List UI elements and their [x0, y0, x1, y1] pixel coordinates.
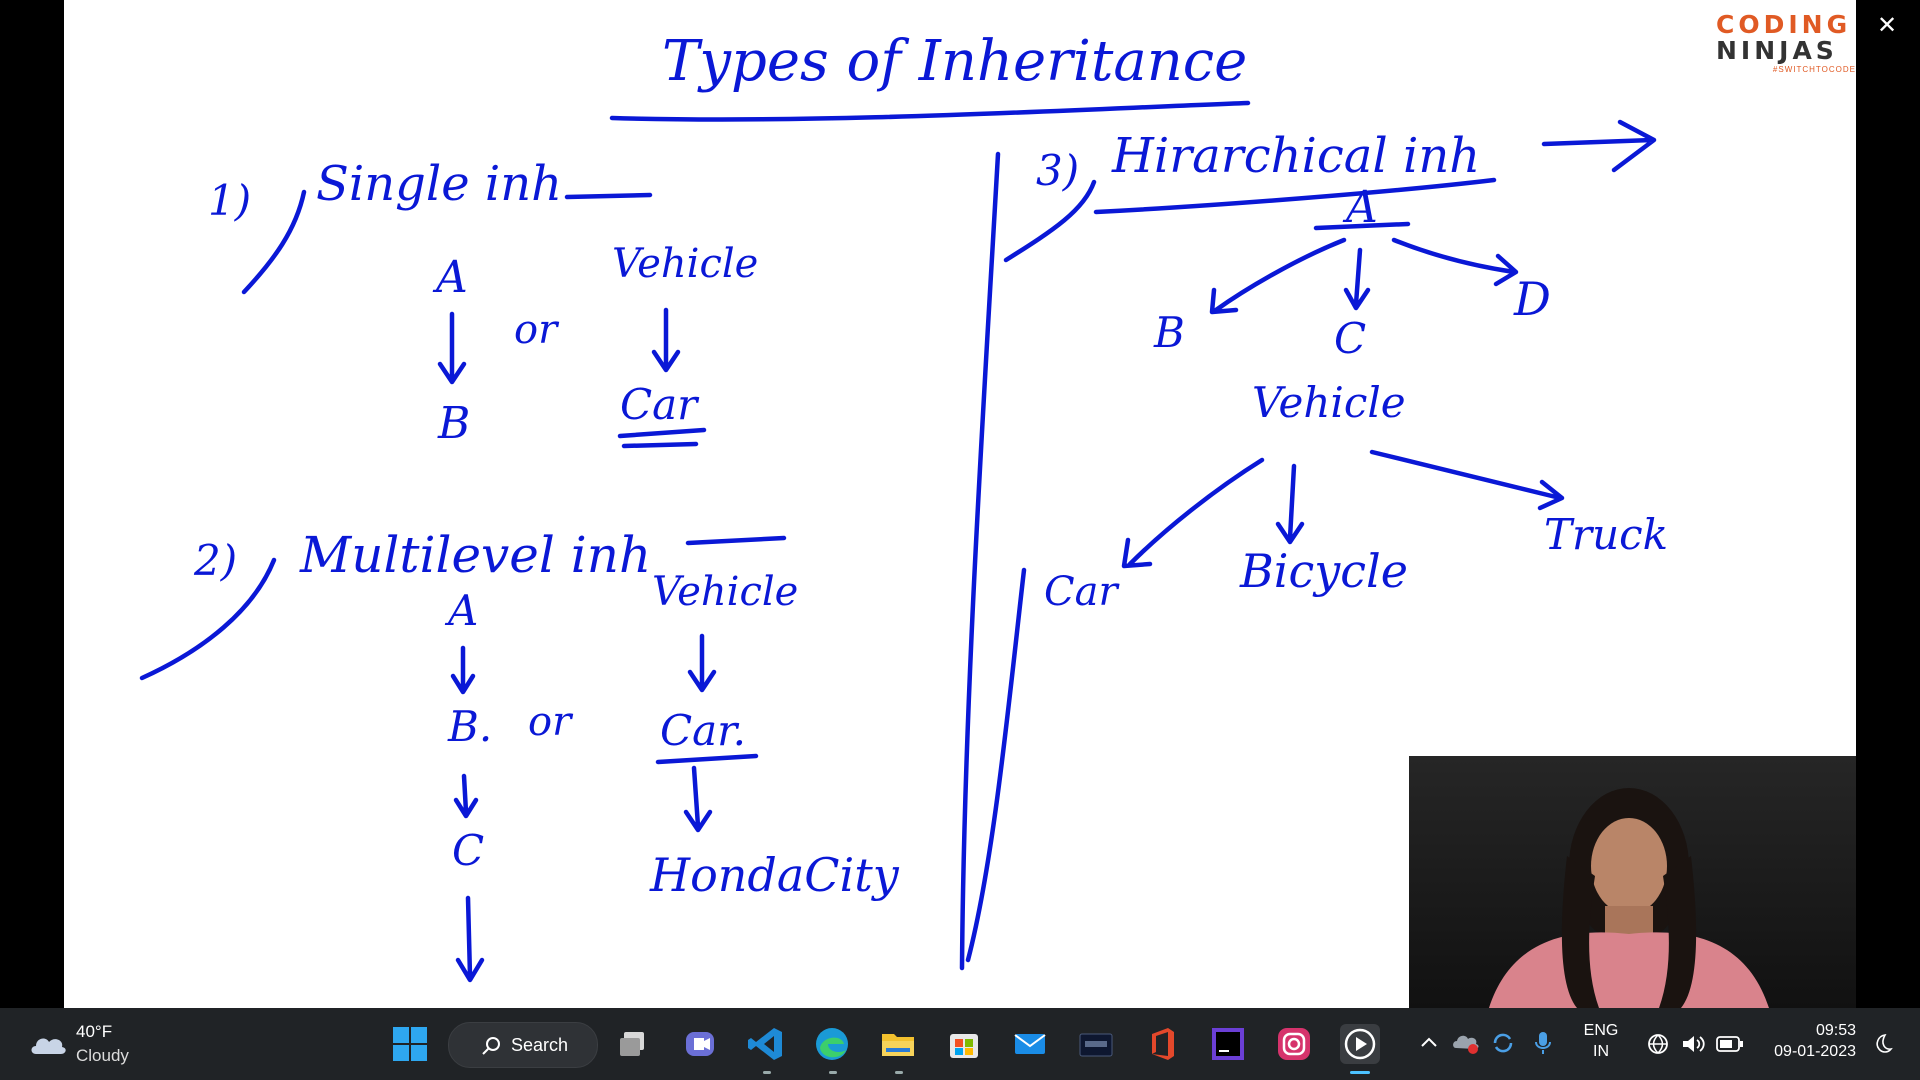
car2-underline	[655, 753, 759, 765]
arrow-vehicle-car2	[687, 633, 717, 693]
section2-right-hondacity: HondaCity	[650, 848, 899, 902]
battery-icon[interactable]	[1716, 1034, 1744, 1054]
presenter-video	[1489, 788, 1769, 1008]
section1-left-top: A	[436, 252, 468, 303]
section2-number: 2)	[194, 536, 238, 585]
running-indicator	[763, 1071, 771, 1074]
edge-icon[interactable]	[812, 1024, 852, 1064]
car-underline	[617, 427, 707, 449]
mail-icon[interactable]	[1010, 1024, 1050, 1064]
clock[interactable]: 09:53 09-01-2023	[1756, 1022, 1856, 1061]
section3-child2-bicycle: Bicycle	[1240, 544, 1408, 598]
running-indicator	[1350, 1071, 1370, 1074]
arrow-a-c	[1343, 247, 1371, 311]
chevron-up-icon[interactable]	[1418, 1032, 1440, 1054]
section1-or: or	[514, 307, 558, 353]
section1-heading: Single inh	[316, 156, 563, 212]
section3-heading-underline	[1093, 177, 1497, 215]
weather-desc: Cloudy	[76, 1046, 129, 1065]
onedrive-icon[interactable]	[1452, 1030, 1480, 1056]
office-icon[interactable]	[1142, 1024, 1182, 1064]
section1-dash	[564, 192, 653, 200]
section2-left-a: A	[448, 586, 479, 635]
arrow-right	[1541, 119, 1657, 173]
running-indicator	[895, 1071, 903, 1074]
search-icon	[482, 1037, 500, 1055]
section3-child2-car: Car	[1044, 569, 1118, 615]
taskbar: 40°F Cloudy Search ENG IN 09:53 09-01-20…	[0, 1008, 1920, 1080]
section3-child-b: B	[1154, 308, 1185, 357]
divider-second-line	[965, 567, 1027, 963]
section2-left-b: B.	[448, 702, 493, 751]
section1-left-bottom: B	[438, 398, 471, 449]
weather-temp: 40°F	[76, 1022, 113, 1041]
moon-icon[interactable]	[1870, 1032, 1894, 1056]
section2-or: or	[528, 699, 572, 745]
section2-right-vehicle: Vehicle	[652, 569, 799, 615]
language-indicator[interactable]: ENG IN	[1576, 1022, 1626, 1061]
section3-child-d: D	[1514, 272, 1551, 326]
arrow-a-b2	[450, 645, 476, 695]
search-input[interactable]: Search	[448, 1022, 598, 1068]
arrow-c-down	[455, 895, 485, 983]
arrow-vehicle-car	[651, 307, 681, 373]
teams-icon[interactable]	[680, 1024, 720, 1064]
close-button[interactable]: ✕	[1870, 8, 1904, 42]
arrow-car-honda	[683, 765, 713, 833]
section3-child2-truck: Truck	[1544, 510, 1669, 559]
section1-right-bottom: Car	[620, 380, 698, 429]
network-icon[interactable]	[1646, 1032, 1670, 1056]
media-player-icon[interactable]	[1340, 1024, 1380, 1064]
coding-ninjas-logo: CODING NINJAS #SWITCHTOCODE	[1716, 10, 1856, 75]
weather-widget[interactable]: 40°F Cloudy	[16, 1008, 146, 1080]
store-icon[interactable]	[944, 1024, 984, 1064]
arrow-vehicle-bicycle	[1275, 463, 1305, 545]
mysql-icon[interactable]	[1076, 1024, 1116, 1064]
section3-heading: Hirarchical inh	[1112, 128, 1481, 184]
section3-root: A	[1346, 182, 1378, 233]
clock-date: 09-01-2023	[1774, 1043, 1856, 1060]
arrow-a-b	[437, 311, 467, 385]
section1-right-top: Vehicle	[612, 241, 759, 287]
start-icon[interactable]	[390, 1024, 430, 1064]
intellij-icon[interactable]	[1208, 1024, 1248, 1064]
board-title: Types of Inheritance	[662, 29, 1248, 94]
section2-heading: Multilevel inh	[300, 526, 652, 584]
microphone-icon[interactable]	[1532, 1030, 1554, 1056]
task-view-icon[interactable]	[614, 1024, 654, 1064]
clock-time: 09:53	[1815, 1022, 1856, 1039]
section2-dash	[685, 535, 787, 546]
arrow-vehicle-truck	[1369, 449, 1565, 511]
section2-left-c: C	[452, 826, 485, 875]
arrow-a-b3	[1209, 237, 1347, 315]
file-explorer-icon[interactable]	[878, 1024, 918, 1064]
instagram-icon[interactable]	[1274, 1024, 1314, 1064]
title-underline	[609, 100, 1251, 122]
section1-slash	[241, 189, 307, 295]
volume-icon[interactable]	[1680, 1032, 1706, 1056]
section1-number: 1)	[208, 176, 252, 225]
sync-icon[interactable]	[1490, 1030, 1516, 1056]
running-indicator	[829, 1071, 837, 1074]
arrow-b-c	[453, 773, 479, 819]
search-label: Search	[511, 1035, 569, 1055]
vscode-icon[interactable]	[746, 1024, 786, 1064]
section3-root2: Vehicle	[1252, 378, 1406, 427]
section3-number: 3)	[1036, 146, 1080, 195]
section3-child-c: C	[1334, 314, 1367, 363]
section2-right-car: Car.	[660, 706, 746, 755]
arrow-a-d	[1391, 237, 1519, 287]
webcam-overlay	[1409, 756, 1856, 1008]
cloud-icon	[31, 1038, 66, 1054]
